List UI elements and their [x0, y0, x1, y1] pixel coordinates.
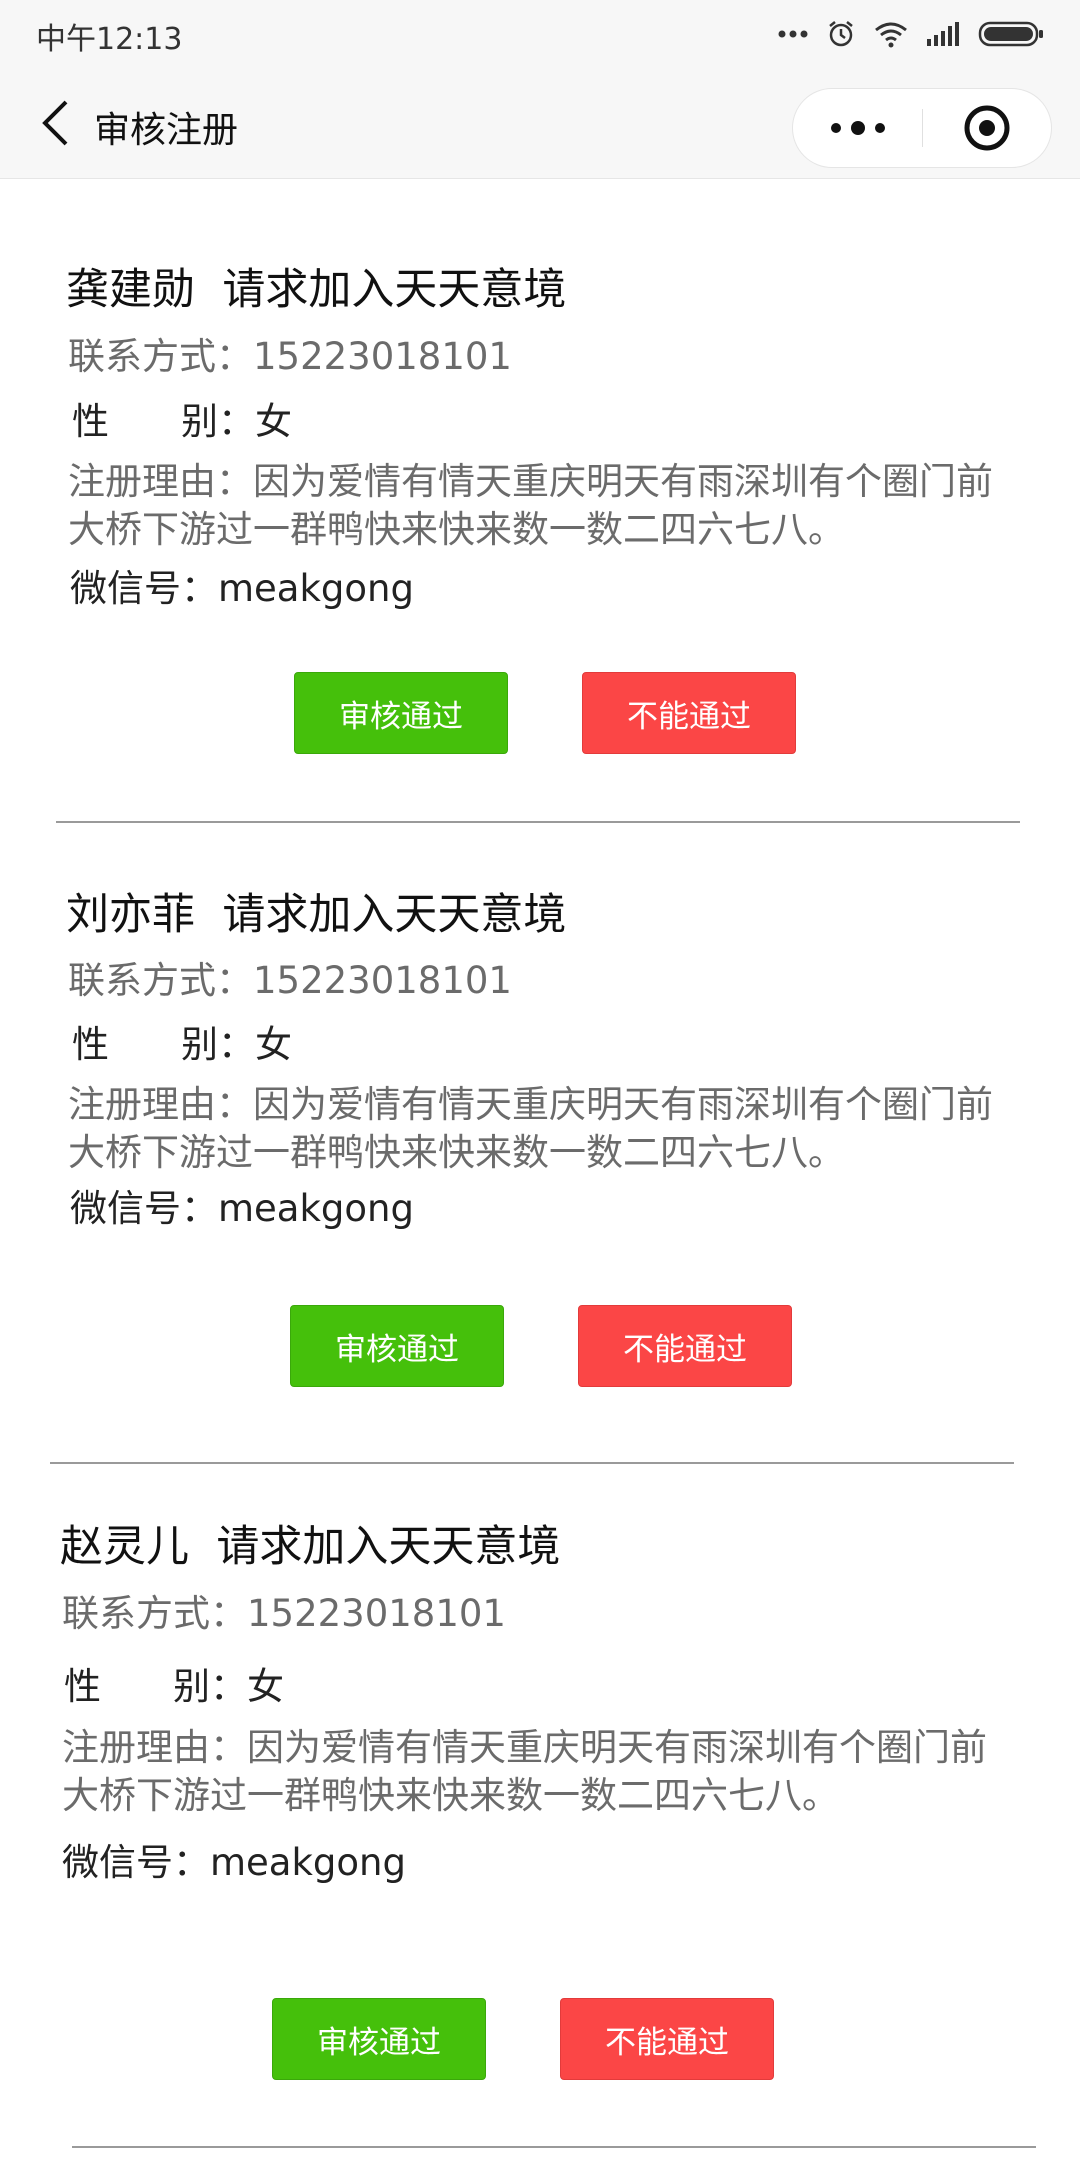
wechat-row: 微信号：meakgong — [62, 1839, 406, 1887]
gender-label-a: 性 — [72, 400, 109, 443]
chevron-left-icon — [42, 100, 68, 146]
wechat-row: 微信号：meakgong — [70, 1185, 414, 1233]
status-time: 中午12:13 — [36, 22, 183, 57]
contact-row: 联系方式：15223018101 — [68, 333, 512, 381]
alarm-icon — [829, 21, 853, 47]
applicant-name: 龚建勋 — [66, 265, 195, 315]
target-close-icon — [964, 105, 1010, 151]
wechat-value: meakgong — [218, 567, 414, 610]
reject-button[interactable]: 不能通过 — [582, 672, 796, 754]
back-button[interactable] — [30, 98, 80, 148]
gender-label-b: 别： — [181, 400, 255, 443]
gender-row: 性 别：女 — [72, 398, 292, 446]
wechat-value: meakgong — [218, 1187, 414, 1230]
reason-row: 注册理由：因为爱情有情天重庆明天有雨深圳有个圈门前大桥下游过一群鸭快来快来数一数… — [68, 1081, 1028, 1177]
card-divider — [72, 2146, 1036, 2148]
more-icon — [830, 121, 885, 135]
contact-label: 联系方式： — [68, 959, 253, 1002]
approve-button[interactable]: 审核通过 — [272, 1998, 486, 2080]
gender-row: 性 别：女 — [72, 1021, 292, 1069]
gender-label-a: 性 — [72, 1023, 109, 1066]
reject-button[interactable]: 不能通过 — [578, 1305, 792, 1387]
card-divider — [50, 1462, 1014, 1464]
reject-button[interactable]: 不能通过 — [560, 1998, 774, 2080]
request-action: 请求加入天天意境 — [222, 890, 567, 940]
request-title: 赵灵儿 请求加入天天意境 — [60, 1512, 560, 1574]
contact-value: 15223018101 — [253, 959, 512, 1002]
contact-label: 联系方式： — [68, 335, 253, 378]
applicant-name: 赵灵儿 — [60, 1522, 189, 1572]
wechat-label: 微信号： — [62, 1841, 210, 1884]
reason-row: 注册理由：因为爱情有情天重庆明天有雨深圳有个圈门前大桥下游过一群鸭快来快来数一数… — [68, 458, 1028, 554]
request-action: 请求加入天天意境 — [216, 1522, 561, 1572]
contact-value: 15223018101 — [247, 1592, 506, 1635]
wifi-icon — [875, 22, 907, 48]
approve-button[interactable]: 审核通过 — [294, 672, 508, 754]
more-button[interactable] — [793, 89, 922, 167]
reason-row: 注册理由：因为爱情有情天重庆明天有雨深圳有个圈门前大桥下游过一群鸭快来快来数一数… — [62, 1724, 1022, 1820]
card-divider — [56, 821, 1020, 823]
wechat-value: meakgong — [210, 1841, 406, 1884]
wechat-label: 微信号： — [70, 567, 218, 610]
gender-label-b: 别： — [173, 1665, 247, 1708]
mini-program-capsule — [792, 88, 1052, 168]
status-icons — [778, 14, 1044, 54]
contact-row: 联系方式：15223018101 — [62, 1590, 506, 1638]
close-mini-program-button[interactable] — [923, 89, 1051, 167]
reason-label: 注册理由： — [62, 1726, 247, 1769]
more-dots-icon — [778, 30, 808, 38]
gender-label-b: 别： — [181, 1023, 255, 1066]
wechat-label: 微信号： — [70, 1187, 218, 1230]
wechat-row: 微信号：meakgong — [70, 565, 414, 613]
contact-label: 联系方式： — [62, 1592, 247, 1635]
approve-button[interactable]: 审核通过 — [290, 1305, 504, 1387]
battery-icon — [978, 21, 1043, 47]
gender-value: 女 — [255, 1023, 292, 1066]
gender-value: 女 — [255, 400, 292, 443]
contact-value: 15223018101 — [253, 335, 512, 378]
request-action: 请求加入天天意境 — [222, 265, 567, 315]
gender-label-a: 性 — [64, 1665, 101, 1708]
request-title: 龚建勋 请求加入天天意境 — [66, 255, 566, 317]
contact-row: 联系方式：15223018101 — [68, 957, 512, 1005]
reason-label: 注册理由： — [68, 1083, 253, 1126]
gender-row: 性 别：女 — [64, 1663, 284, 1711]
nav-bar: 审核注册 — [0, 68, 1080, 179]
status-bar: 中午12:13 — [0, 0, 1080, 68]
gender-value: 女 — [247, 1665, 284, 1708]
signal-icon — [927, 22, 959, 46]
applicant-name: 刘亦菲 — [66, 890, 195, 940]
reason-label: 注册理由： — [68, 460, 253, 503]
page-title: 审核注册 — [94, 110, 239, 151]
request-title: 刘亦菲 请求加入天天意境 — [66, 880, 566, 942]
